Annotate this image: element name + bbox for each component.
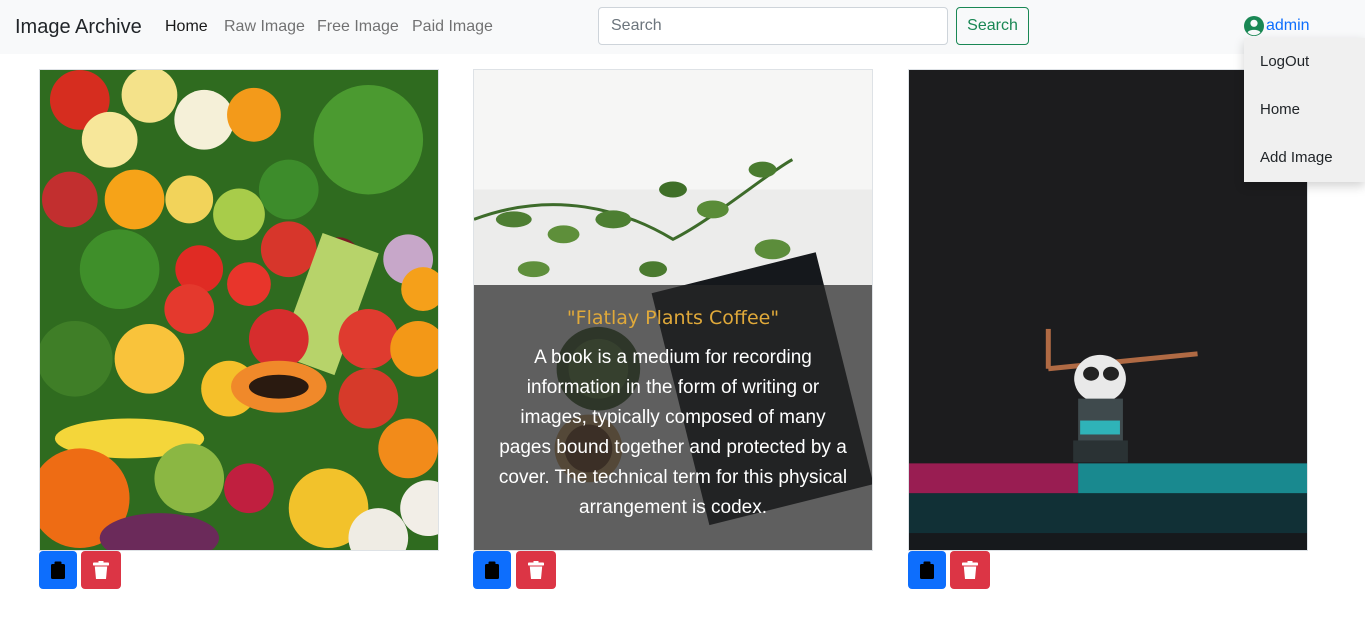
trash-icon bbox=[962, 561, 978, 579]
user-menu-toggle[interactable]: admin bbox=[1243, 15, 1310, 37]
nav-link-paid-image[interactable]: Paid Image bbox=[412, 17, 493, 37]
delete-button-3[interactable] bbox=[950, 551, 990, 589]
brand-title[interactable]: Image Archive bbox=[15, 14, 142, 40]
user-circle-icon bbox=[1244, 16, 1264, 36]
copy-button-3[interactable] bbox=[908, 551, 946, 589]
nav-link-raw-image[interactable]: Raw Image bbox=[224, 17, 305, 37]
image-title: "Flatlay Plants Coffee" bbox=[566, 307, 780, 329]
user-name: admin bbox=[1266, 17, 1310, 34]
image-card-1[interactable] bbox=[39, 69, 439, 551]
copy-button-1[interactable] bbox=[39, 551, 77, 589]
delete-button-1[interactable] bbox=[81, 551, 121, 589]
dropdown-item-logout[interactable]: LogOut bbox=[1244, 38, 1365, 86]
dropdown-item-home[interactable]: Home bbox=[1244, 86, 1365, 134]
nav-link-free-image[interactable]: Free Image bbox=[317, 17, 399, 37]
image-description: A book is a medium for recording informa… bbox=[498, 347, 848, 518]
vegetables-photo bbox=[40, 70, 438, 550]
dropdown-item-add-image[interactable]: Add Image bbox=[1244, 134, 1365, 182]
search-button[interactable]: Search bbox=[956, 7, 1029, 45]
search-input[interactable] bbox=[598, 7, 948, 45]
clipboard-icon bbox=[51, 561, 65, 579]
navbar: Image Archive Home Raw Image Free Image … bbox=[0, 0, 1365, 54]
clipboard-icon bbox=[485, 561, 499, 579]
delete-button-2[interactable] bbox=[516, 551, 556, 589]
trash-icon bbox=[93, 561, 109, 579]
image-card-2[interactable]: "Flatlay Plants Coffee" A book is a medi… bbox=[473, 69, 873, 551]
clipboard-icon bbox=[920, 561, 934, 579]
nav-link-home[interactable]: Home bbox=[165, 17, 208, 37]
user-dropdown-menu: LogOut Home Add Image bbox=[1244, 38, 1365, 182]
copy-button-2[interactable] bbox=[473, 551, 511, 589]
image-caption-overlay: "Flatlay Plants Coffee" A book is a medi… bbox=[474, 285, 872, 550]
trash-icon bbox=[528, 561, 544, 579]
